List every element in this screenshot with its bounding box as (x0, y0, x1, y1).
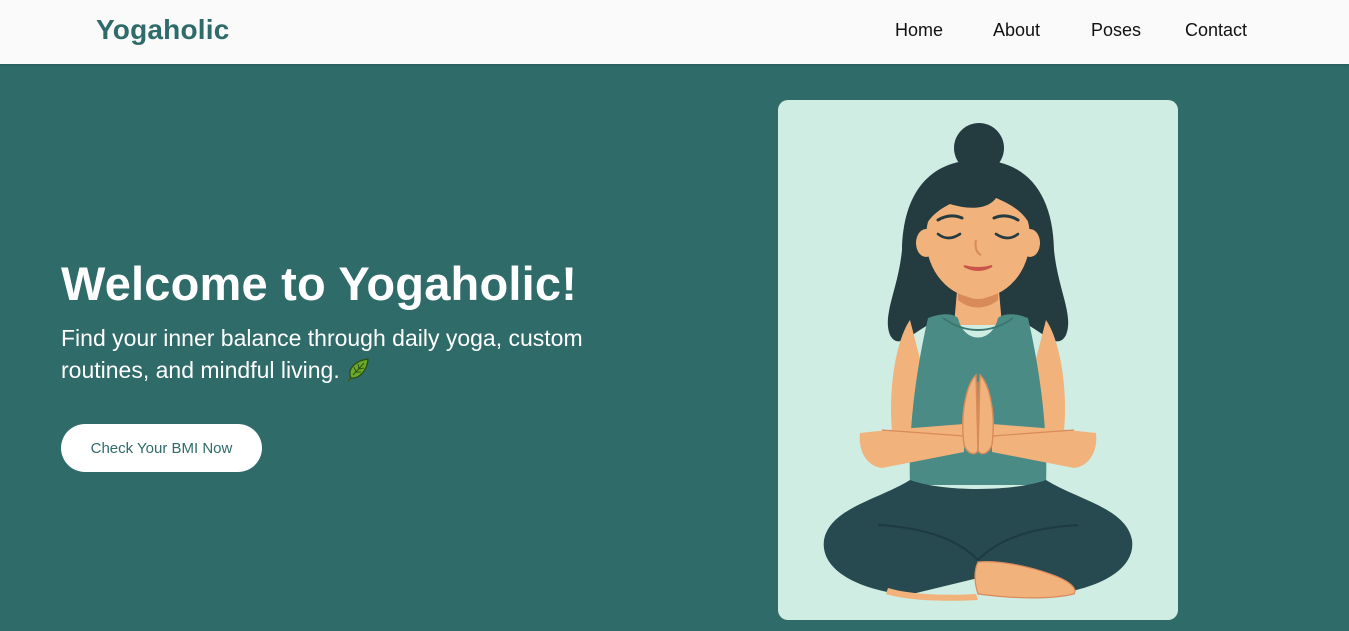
nav-link-contact[interactable]: Contact (1185, 20, 1247, 41)
nav-link-about[interactable]: About (993, 20, 1040, 41)
hero-image-card (778, 100, 1178, 620)
hero-subtitle-text: Find your inner balance through daily yo… (61, 325, 583, 383)
leaf-icon (344, 356, 372, 392)
check-bmi-button[interactable]: Check Your BMI Now (61, 424, 262, 472)
meditating-woman-illustration (823, 123, 1133, 601)
nav-link-home[interactable]: Home (895, 20, 943, 41)
hero-title: Welcome to Yogaholic! (61, 257, 578, 310)
nav-link-poses[interactable]: Poses (1091, 20, 1141, 41)
hero-subtitle: Find your inner balance through daily yo… (61, 322, 621, 392)
logo[interactable]: Yogaholic (96, 14, 230, 46)
navbar: Yogaholic Home About Poses Contact (0, 0, 1349, 64)
